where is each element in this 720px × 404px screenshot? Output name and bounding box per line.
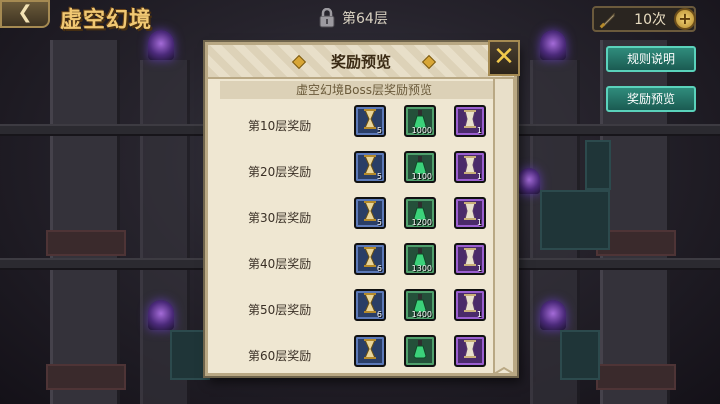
scroll-icon — [462, 155, 478, 179]
scroll-icon — [462, 293, 478, 317]
reward-quantity: 5 — [376, 126, 382, 135]
hourglass-icon — [362, 339, 378, 363]
purple-lamp — [540, 300, 566, 330]
reward-quantity: 1 — [476, 264, 482, 273]
back-button[interactable]: ❮ — [0, 0, 50, 28]
teal-structure — [585, 140, 611, 190]
reward-preview-button[interactable]: 奖励预览 — [606, 86, 696, 112]
reward-row-label: 第10层奖励 — [248, 119, 312, 133]
reward-quantity: 5 — [376, 172, 382, 181]
hourglass-icon — [362, 201, 378, 225]
hourglass-icon — [362, 247, 378, 271]
reward-row-label: 第40层奖励 — [248, 257, 312, 271]
reward-quantity: 1400 — [411, 310, 432, 319]
rules-button[interactable]: 规则说明 — [606, 46, 696, 72]
reward-quantity: 1300 — [411, 264, 432, 273]
reward-quantity: 1200 — [411, 218, 432, 227]
reward-item-hourglass[interactable]: 6 — [354, 289, 386, 321]
reward-item-potion[interactable]: 1400 — [404, 289, 436, 321]
purple-lamp — [148, 300, 174, 330]
chevron-left-icon: ❮ — [17, 2, 33, 23]
plus-icon: + — [678, 9, 692, 28]
reward-item-scroll[interactable]: 1 — [454, 197, 486, 229]
reward-quantity: 1 — [476, 310, 482, 319]
reward-row: 第20层奖励 5 1100 1 — [208, 149, 514, 195]
dialog-header: 奖励预览 — [208, 45, 514, 79]
attempt-count: 10次 — [634, 12, 666, 28]
reward-row-label: 第30层奖励 — [248, 211, 312, 225]
reward-row: 第40层奖励 6 1300 1 — [208, 241, 514, 287]
reward-list[interactable]: 第10层奖励 5 1000 1 第20层奖励 5 1100 1 第30层奖励 5 1200 1 第40层… — [208, 103, 514, 373]
reward-item-scroll[interactable]: 1 — [454, 151, 486, 183]
reward-item-hourglass[interactable] — [354, 335, 386, 367]
hourglass-icon — [362, 109, 378, 133]
scroll-icon — [462, 201, 478, 225]
reward-row-label: 第50层奖励 — [248, 303, 312, 317]
dialog-title: 奖励预览 — [330, 53, 391, 71]
purple-lamp — [518, 168, 540, 194]
reward-item-hourglass[interactable]: 5 — [354, 105, 386, 137]
reward-item-scroll[interactable]: 1 — [454, 289, 486, 321]
reward-quantity: 1 — [476, 218, 482, 227]
sword-icon — [599, 12, 615, 29]
reward-item-scroll[interactable]: 1 — [454, 105, 486, 137]
teal-structure — [560, 330, 600, 380]
scroll-icon — [462, 109, 478, 133]
lock-icon — [319, 8, 335, 28]
scroll-icon — [462, 339, 478, 363]
teal-structure — [170, 330, 210, 380]
reward-quantity: 1 — [476, 126, 482, 135]
purple-lamp — [540, 30, 566, 60]
reward-quantity: 5 — [376, 218, 382, 227]
dialog-subtitle: 虚空幻境Boss层奖励预览 — [220, 81, 508, 99]
reward-row-label: 第20层奖励 — [248, 165, 312, 179]
reward-row: 第10层奖励 5 1000 1 — [208, 103, 514, 149]
reward-item-potion[interactable]: 1100 — [404, 151, 436, 183]
reward-preview-dialog: 奖励预览 虚空幻境Boss层奖励预览 第10层奖励 5 1000 1 第20层奖励 5 11… — [205, 42, 517, 376]
reward-quantity: 1000 — [411, 126, 432, 135]
reward-quantity: 6 — [376, 264, 382, 273]
reward-item-potion[interactable]: 1200 — [404, 197, 436, 229]
scroll-icon — [462, 247, 478, 271]
hourglass-icon — [362, 155, 378, 179]
reward-item-scroll[interactable] — [454, 335, 486, 367]
reward-row: 第50层奖励 6 1400 1 — [208, 287, 514, 333]
reward-item-potion[interactable]: 1300 — [404, 243, 436, 275]
reward-item-potion[interactable] — [404, 335, 436, 367]
reward-item-potion[interactable]: 1000 — [404, 105, 436, 137]
reward-item-hourglass[interactable]: 6 — [354, 243, 386, 275]
reward-row: 第30层奖励 5 1200 1 — [208, 195, 514, 241]
reward-item-scroll[interactable]: 1 — [454, 243, 486, 275]
reward-item-hourglass[interactable]: 5 — [354, 151, 386, 183]
reward-quantity: 1100 — [411, 172, 432, 181]
hourglass-icon — [362, 293, 378, 317]
page-title: 虚空幻境 — [60, 8, 153, 33]
floor-indicator: 第64层 — [318, 6, 388, 30]
tower-pillar — [50, 40, 120, 404]
reward-item-hourglass[interactable]: 5 — [354, 197, 386, 229]
reward-quantity: 1 — [476, 172, 482, 181]
reward-quantity: 6 — [376, 310, 382, 319]
floor-label: 第64层 — [342, 11, 388, 27]
close-button[interactable]: ✕ — [488, 40, 520, 76]
red-panel — [596, 364, 676, 390]
reward-row: 第60层奖励 — [208, 333, 514, 373]
add-attempt-button[interactable]: + — [674, 8, 696, 30]
red-panel — [46, 364, 126, 390]
close-icon: ✕ — [493, 42, 515, 72]
purple-lamp — [148, 30, 174, 60]
teal-structure — [540, 190, 610, 250]
potion-icon — [412, 339, 428, 363]
red-panel — [46, 230, 126, 256]
reward-row-label: 第60层奖励 — [248, 349, 312, 363]
